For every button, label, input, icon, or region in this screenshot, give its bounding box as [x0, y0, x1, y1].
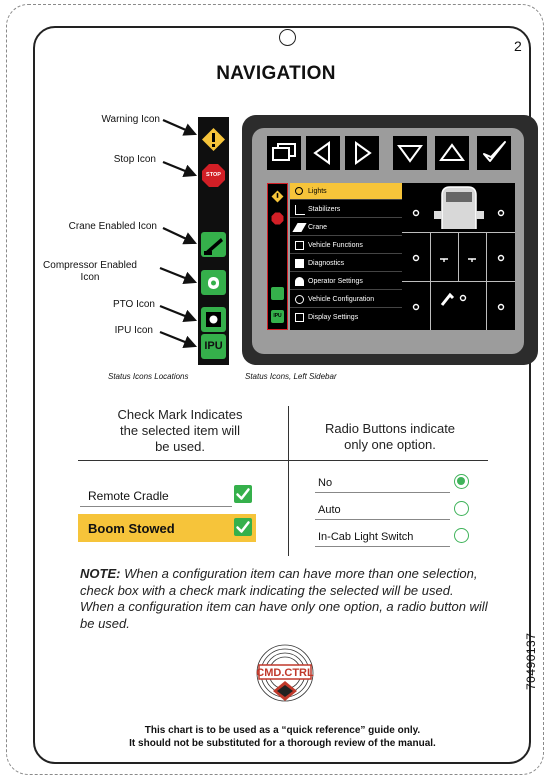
crane-arrow [162, 227, 197, 245]
menu-item-label: Operator Settings [308, 278, 363, 285]
logo-text: CMD.CTRL [256, 667, 314, 679]
boom-stowed-label: Boom Stowed [88, 521, 175, 536]
caption-left-sidebar: Status Icons, Left Sidebar [245, 372, 337, 381]
menu-item-lights[interactable]: Lights [290, 183, 402, 200]
stop-arrow [162, 160, 198, 177]
toolbar-down-button[interactable] [393, 136, 427, 170]
toolbar-right-button[interactable] [345, 136, 379, 170]
note-prefix: NOTE: [80, 566, 121, 581]
check-header-line: Check Mark Indicates [117, 407, 243, 422]
menu-item-vehicle-configuration[interactable]: Vehicle Configuration [290, 291, 402, 308]
ipu-icon-text: IPU [204, 340, 223, 352]
cmd-ctrl-logo: CMD.CTRL [256, 644, 314, 702]
radio-auto-label: Auto [318, 504, 341, 516]
screen-menu: Lights Stabilizers Crane Vehicle Functio… [290, 183, 402, 330]
crane-menu-icon [292, 223, 307, 232]
check-header-line: the selected item will [120, 423, 240, 438]
diagnostics-icon [295, 259, 304, 268]
radio-in-cab-light-switch[interactable] [454, 528, 469, 543]
menu-item-label: Stabilizers [308, 206, 341, 213]
warning-arrow [162, 118, 198, 136]
down-arrow-icon [397, 145, 423, 163]
footer-line-2: It should not be substituted for a thoro… [129, 738, 436, 749]
radio-auto[interactable] [454, 501, 469, 516]
menu-item-operator-settings[interactable]: Operator Settings [290, 273, 402, 290]
radio-auto-underline [315, 519, 450, 520]
menu-item-label: Crane [308, 224, 328, 231]
lights-icon [295, 187, 303, 195]
up-arrow-icon [439, 143, 465, 161]
menu-item-label: Vehicle Configuration [308, 296, 375, 303]
checkmark-icon [483, 141, 506, 162]
stop-icon-text: STOP [206, 172, 221, 178]
warning-icon [202, 128, 225, 151]
radio-header-line: only one option. [344, 437, 436, 452]
screen-ipu-icon: IPU [271, 310, 284, 323]
crane-icon [201, 232, 226, 257]
radio-no-underline [315, 492, 450, 493]
menu-item-label: Display Settings [308, 314, 359, 321]
vehicle-light-grid [402, 183, 515, 330]
checkmark-icon [236, 488, 250, 500]
remote-cradle-underline [80, 506, 232, 507]
pto-arrow [159, 304, 198, 323]
toolbar-up-button[interactable] [435, 136, 469, 170]
radio-header-line: Radio Buttons indicate [324, 421, 456, 436]
menu-item-label: Lights [308, 188, 327, 195]
menu-item-crane[interactable]: Crane [290, 219, 402, 236]
compressor-icon [201, 270, 226, 295]
ipu-icon: IPU [201, 334, 226, 359]
radio-header: Radio Buttons indicate only one option. [300, 421, 480, 453]
radio-no[interactable] [454, 474, 469, 489]
checkmark-icon [236, 521, 250, 533]
menu-item-stabilizers[interactable]: Stabilizers [290, 201, 402, 218]
ipu-arrow [159, 330, 198, 349]
compressor-arrow [159, 266, 198, 285]
row-divider [78, 460, 488, 461]
vehicle-functions-icon [295, 241, 304, 250]
operator-icon [295, 277, 304, 286]
remote-cradle-checkbox[interactable] [234, 485, 252, 503]
remote-cradle-label: Remote Cradle [88, 489, 169, 503]
radio-in-cab-underline [315, 546, 450, 547]
radio-no-label: No [318, 477, 333, 489]
menu-item-diagnostics[interactable]: Diagnostics [290, 255, 402, 272]
radio-in-cab-label: In-Cab Light Switch [318, 531, 414, 543]
footer-line-1: This chart is to be used as a “quick ref… [144, 725, 421, 736]
info-icon [295, 295, 304, 304]
menu-item-vehicle-functions[interactable]: Vehicle Functions [290, 237, 402, 254]
boom-stowed-checkbox[interactable] [234, 518, 252, 536]
stabilizers-icon [295, 205, 305, 215]
toolbar-check-button[interactable] [477, 136, 511, 170]
menu-item-label: Vehicle Functions [308, 242, 363, 249]
toolbar-windows-button[interactable] [267, 136, 301, 170]
menu-item-label: Diagnostics [308, 260, 345, 267]
part-number: 70490137 [524, 632, 538, 690]
column-divider [288, 406, 289, 556]
check-header-line: be used. [155, 439, 205, 454]
display-settings-icon [295, 313, 304, 322]
caption-status-locations: Status Icons Locations [108, 372, 189, 381]
light-indicators [412, 209, 505, 311]
toolbar-left-button[interactable] [306, 136, 340, 170]
screen-warning-icon [271, 190, 284, 203]
windows-icon [272, 143, 296, 161]
screen-stop-icon [271, 212, 284, 225]
menu-item-display-settings[interactable]: Display Settings [290, 309, 402, 326]
pto-icon [201, 307, 226, 332]
right-arrow-icon [355, 141, 372, 165]
check-header: Check Mark Indicates the selected item w… [90, 407, 270, 455]
note-text: When a configuration item can have more … [80, 566, 488, 631]
screen-status-sidebar: IPU [267, 183, 288, 330]
note-paragraph: NOTE: When a configuration item can have… [80, 566, 490, 632]
left-arrow-icon [313, 141, 330, 165]
status-sidebar: STOP IPU [198, 117, 229, 365]
screen-compressor-icon [271, 287, 284, 300]
